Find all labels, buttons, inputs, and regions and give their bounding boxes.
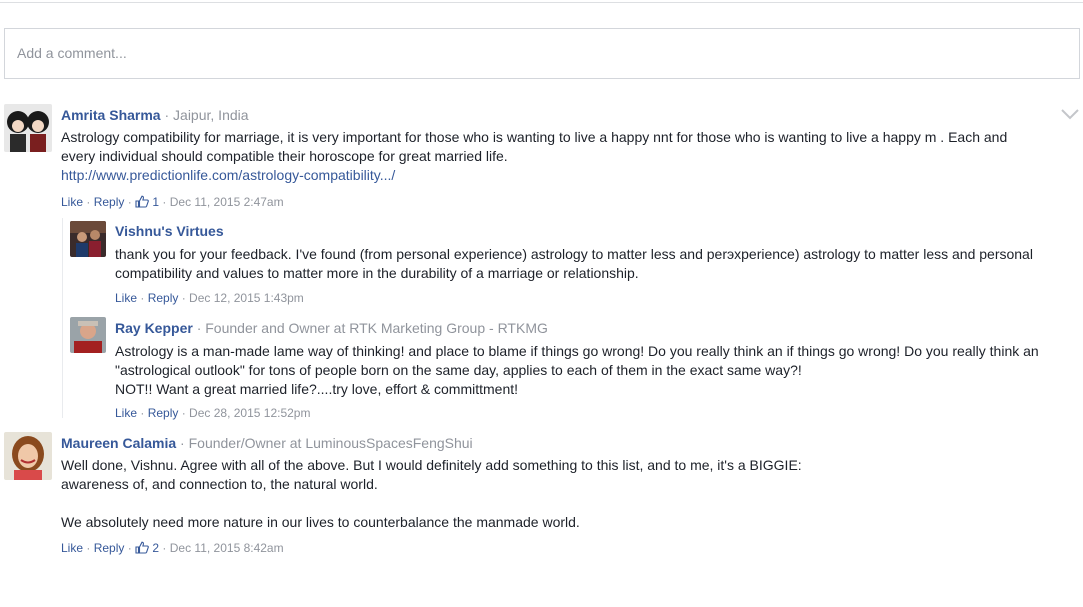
comment-text-line: awareness of, and connection to, the nat… (61, 476, 378, 492)
comment-text-line: "astrological outlook" for tons of peopl… (115, 362, 802, 378)
like-link[interactable]: Like (61, 195, 83, 209)
separator: · (124, 541, 136, 555)
comment-text-line: every individual should compatible their… (61, 148, 508, 164)
timestamp[interactable]: Dec 11, 2015 8:42am (170, 541, 284, 555)
thumbs-up-icon (135, 541, 149, 554)
like-count[interactable]: 2 (135, 541, 159, 555)
separator: · (178, 291, 190, 305)
separator: · (137, 291, 148, 305)
chevron-down-icon[interactable] (1061, 108, 1079, 120)
separator: · (137, 406, 148, 420)
comment-text-line: We absolutely need more nature in our li… (61, 514, 580, 530)
author-name[interactable]: Maureen Calamia (61, 435, 176, 451)
timestamp[interactable]: Dec 11, 2015 2:47am (170, 195, 284, 209)
comment-text-line: Astrology is a man-made lame way of thin… (115, 343, 1039, 359)
author-name[interactable]: Ray Kepper (115, 320, 193, 336)
avatar[interactable] (70, 221, 106, 257)
reply-link[interactable]: Reply (94, 195, 125, 209)
top-divider (0, 2, 1083, 3)
timestamp[interactable]: Dec 12, 2015 1:43pm (189, 291, 304, 305)
separator: · (83, 195, 94, 209)
like-link[interactable]: Like (115, 291, 137, 305)
comment-text-line: compatibility and values to matter more … (115, 265, 639, 281)
author-name[interactable]: Vishnu's Virtues (115, 223, 224, 239)
reply-link[interactable]: Reply (94, 541, 125, 555)
reply-link[interactable]: Reply (148, 291, 179, 305)
comment-text-line: Astrology compatibility for marriage, it… (61, 129, 1008, 145)
author-headline: · Founder/Owner at LuminousSpacesFengShu… (176, 435, 473, 451)
comment-link[interactable]: http://www.predictionlife.com/astrology-… (61, 166, 395, 185)
avatar[interactable] (4, 432, 52, 480)
author-name[interactable]: Amrita Sharma (61, 107, 161, 123)
comment-text-line: thank you for your feedback. I've found … (115, 246, 1033, 262)
avatar[interactable] (4, 104, 52, 152)
like-link[interactable]: Like (61, 541, 83, 555)
thumbs-up-icon (135, 195, 149, 208)
like-link[interactable]: Like (115, 406, 137, 420)
comment-text-line: Well done, Vishnu. Agree with all of the… (61, 457, 802, 473)
avatar[interactable] (70, 317, 106, 353)
separator: · (159, 195, 170, 209)
author-headline: · Founder and Owner at RTK Marketing Gro… (192, 320, 548, 336)
comment-text-line: NOT!! Want a great married life?....try … (115, 381, 519, 397)
like-count[interactable]: 1 (135, 195, 159, 209)
timestamp[interactable]: Dec 28, 2015 12:52pm (189, 406, 310, 420)
separator: · (159, 541, 170, 555)
separator: · (83, 541, 94, 555)
reply-thread-line (62, 218, 63, 418)
author-location: · Jaipur, India (160, 107, 249, 123)
reply-link[interactable]: Reply (148, 406, 179, 420)
separator: · (178, 406, 190, 420)
separator: · (124, 195, 136, 209)
comment-input[interactable]: Add a comment... (4, 28, 1080, 79)
